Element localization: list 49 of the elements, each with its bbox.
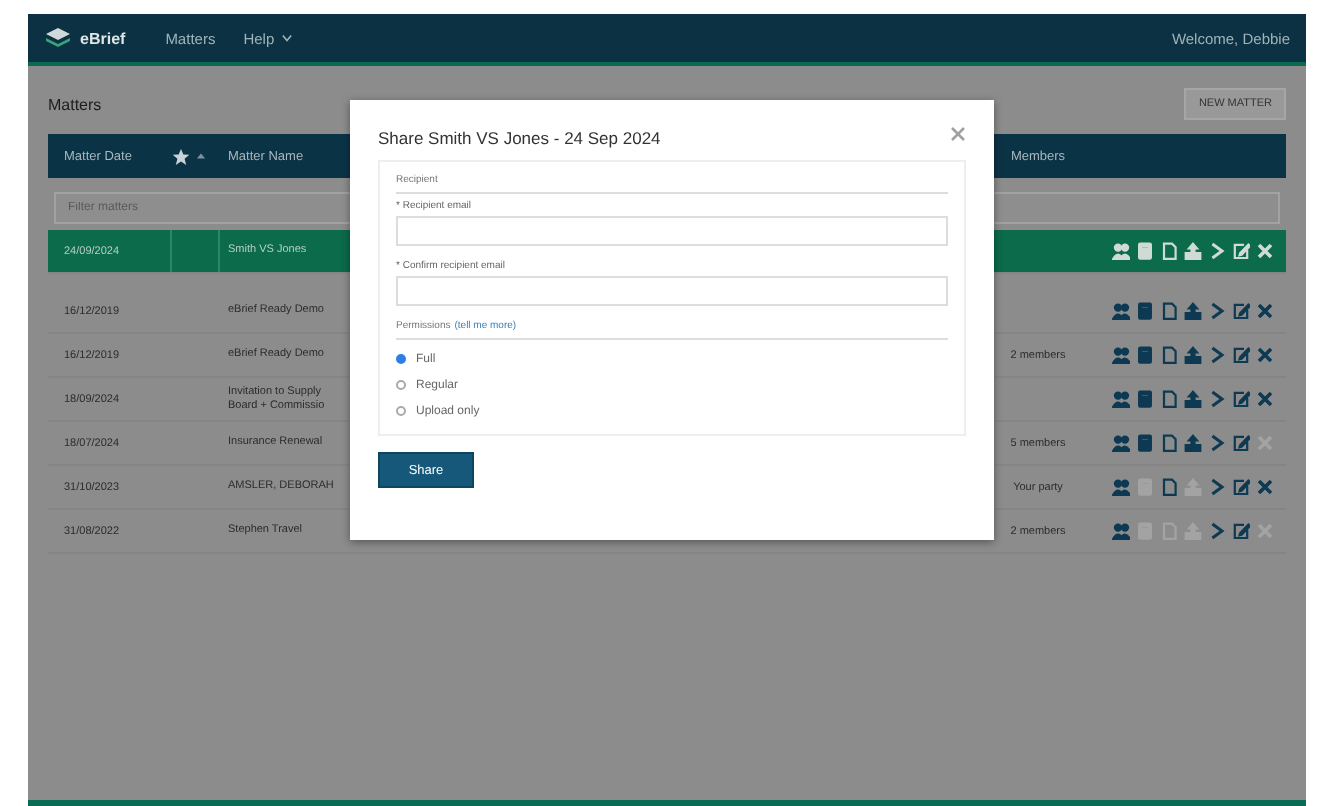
people-icon[interactable] bbox=[1112, 242, 1130, 260]
book-icon[interactable] bbox=[1136, 434, 1154, 452]
people-icon[interactable] bbox=[1112, 390, 1130, 408]
page-title: Matters bbox=[48, 95, 102, 113]
chevron-icon[interactable] bbox=[1208, 522, 1226, 540]
edit-icon[interactable] bbox=[1232, 478, 1250, 496]
edit-icon[interactable] bbox=[1232, 302, 1250, 320]
book-icon[interactable] bbox=[1136, 302, 1154, 320]
book-icon[interactable] bbox=[1136, 346, 1154, 364]
upload-icon[interactable] bbox=[1184, 390, 1202, 408]
star-icon[interactable] bbox=[172, 147, 190, 165]
document-icon[interactable] bbox=[1160, 346, 1178, 364]
chevron-icon[interactable] bbox=[1208, 390, 1226, 408]
edit-icon[interactable] bbox=[1232, 522, 1250, 540]
radio-button[interactable] bbox=[396, 354, 406, 364]
document-icon[interactable] bbox=[1160, 434, 1178, 452]
edit-icon[interactable] bbox=[1232, 346, 1250, 364]
delete-icon[interactable] bbox=[1256, 346, 1274, 364]
upload-icon[interactable] bbox=[1184, 242, 1202, 260]
people-icon[interactable] bbox=[1112, 302, 1130, 320]
people-icon[interactable] bbox=[1112, 522, 1130, 540]
people-icon[interactable] bbox=[1112, 346, 1130, 364]
stack-logo-icon bbox=[44, 26, 72, 50]
email-field[interactable] bbox=[396, 276, 948, 306]
email-field[interactable] bbox=[396, 216, 948, 246]
delete-icon[interactable] bbox=[1256, 390, 1274, 408]
people-icon[interactable] bbox=[1112, 478, 1130, 496]
delete-icon[interactable] bbox=[1256, 478, 1274, 496]
radio-button[interactable] bbox=[396, 406, 406, 416]
upload-icon[interactable] bbox=[1184, 346, 1202, 364]
people-icon[interactable] bbox=[1112, 434, 1130, 452]
edit-icon[interactable] bbox=[1232, 434, 1250, 452]
upload-icon[interactable] bbox=[1184, 302, 1202, 320]
radio-button[interactable] bbox=[396, 380, 406, 390]
document-icon[interactable] bbox=[1160, 478, 1178, 496]
chevron-icon[interactable] bbox=[1208, 302, 1226, 320]
document-icon[interactable] bbox=[1160, 390, 1178, 408]
caret-icon[interactable] bbox=[282, 34, 293, 42]
chevron-icon[interactable] bbox=[1208, 346, 1226, 364]
document-icon[interactable] bbox=[1160, 302, 1178, 320]
edit-icon[interactable] bbox=[1232, 390, 1250, 408]
book-icon[interactable] bbox=[1136, 390, 1154, 408]
brand-name[interactable]: eBrief bbox=[80, 29, 126, 47]
chevron-icon[interactable] bbox=[1208, 478, 1226, 496]
sort-caret-icon[interactable] bbox=[196, 152, 206, 160]
chevron-icon[interactable] bbox=[1208, 434, 1226, 452]
delete-icon[interactable] bbox=[1256, 302, 1274, 320]
upload-icon[interactable] bbox=[1184, 434, 1202, 452]
dialog-title: Share Smith VS Jones - 24 Sep 2024 bbox=[378, 127, 661, 147]
